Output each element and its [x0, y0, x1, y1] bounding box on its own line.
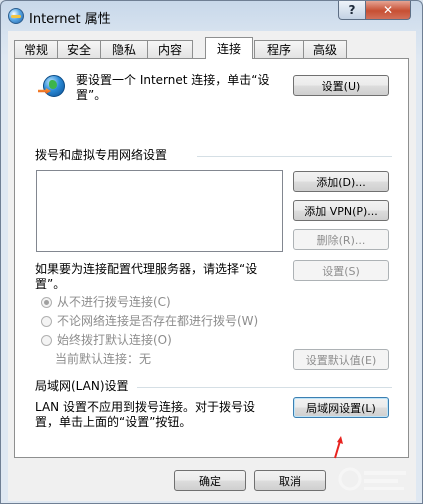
lan-description: LAN 设置不应用到拨号连接。对于拨号设 — [35, 400, 255, 414]
connections-list[interactable] — [36, 170, 283, 252]
radio-dial-whenever[interactable] — [41, 316, 52, 327]
connections-panel: 要设置一个 Internet 连接，单击“设 置”。 设置(U) 拨号和虚拟专用… — [14, 58, 409, 459]
lan-settings-button[interactable]: 局域网设置(L) — [293, 397, 389, 418]
tab-privacy[interactable]: 隐私 — [100, 40, 148, 58]
tab-connections[interactable]: 连接 — [205, 37, 253, 59]
set-default-button[interactable]: 设置默认值(E) — [293, 349, 389, 370]
radio-never-dial-label: 从不进行拨号连接(C) — [57, 295, 171, 309]
tab-programs[interactable]: 程序 — [254, 40, 304, 58]
close-button[interactable]: ✕ — [365, 1, 411, 20]
tab-content[interactable]: 内容 — [147, 40, 193, 58]
add-vpn-button[interactable]: 添加 VPN(P)... — [293, 200, 389, 221]
radio-always-dial-default-label: 始终拨打默认连接(O) — [57, 333, 172, 347]
dialup-section-title: 拨号和虚拟专用网络设置 — [35, 148, 168, 162]
help-button[interactable]: ? — [338, 1, 366, 20]
remove-button[interactable]: 删除(R)... — [293, 229, 389, 250]
internet-connection-icon — [43, 75, 65, 97]
current-default-connection: 当前默认连接：无 — [55, 352, 152, 366]
title-bar[interactable]: Internet 属性 ? ✕ — [1, 1, 422, 31]
setup-description-line2: 置”。 — [76, 88, 107, 102]
tab-advanced[interactable]: 高级 — [303, 40, 347, 58]
annotation-arrow — [334, 436, 343, 459]
lan-section-title: 局域网(LAN)设置 — [35, 379, 129, 393]
radio-dial-whenever-label: 不论网络连接是否存在都进行拨号(W) — [57, 314, 259, 328]
setup-description: 要设置一个 Internet 连接，单击“设 — [76, 73, 270, 87]
internet-options-icon — [8, 8, 24, 24]
close-icon: ✕ — [382, 3, 394, 17]
lan-description-line2: 置，单击上面的“设置”按钮。 — [35, 415, 192, 429]
proxy-description-line2: 置”。 — [35, 277, 66, 291]
ok-button[interactable]: 确定 — [174, 470, 246, 491]
internet-properties-window: Internet 属性 ? ✕ 常规 安全 隐私 内容 连接 程序 高级 要设置… — [0, 0, 423, 504]
cancel-button[interactable]: 取消 — [254, 470, 326, 491]
dialup-divider — [197, 156, 392, 157]
window-title: Internet 属性 — [29, 12, 111, 27]
lan-divider — [137, 387, 392, 388]
help-icon: ? — [348, 3, 356, 17]
proxy-settings-button[interactable]: 设置(S) — [293, 260, 389, 281]
dialog-client-area: 常规 安全 隐私 内容 连接 程序 高级 要设置一个 Internet 连接，单… — [8, 31, 416, 501]
setup-button[interactable]: 设置(U) — [293, 75, 389, 96]
tab-security[interactable]: 安全 — [57, 40, 101, 58]
radio-always-dial-default[interactable] — [41, 335, 52, 346]
watermark-logo — [338, 461, 410, 495]
tab-general[interactable]: 常规 — [14, 40, 58, 58]
add-button[interactable]: 添加(D)... — [293, 171, 389, 192]
proxy-description: 如果要为连接配置代理服务器，请选择“设 — [35, 262, 258, 276]
radio-never-dial[interactable] — [41, 297, 52, 308]
